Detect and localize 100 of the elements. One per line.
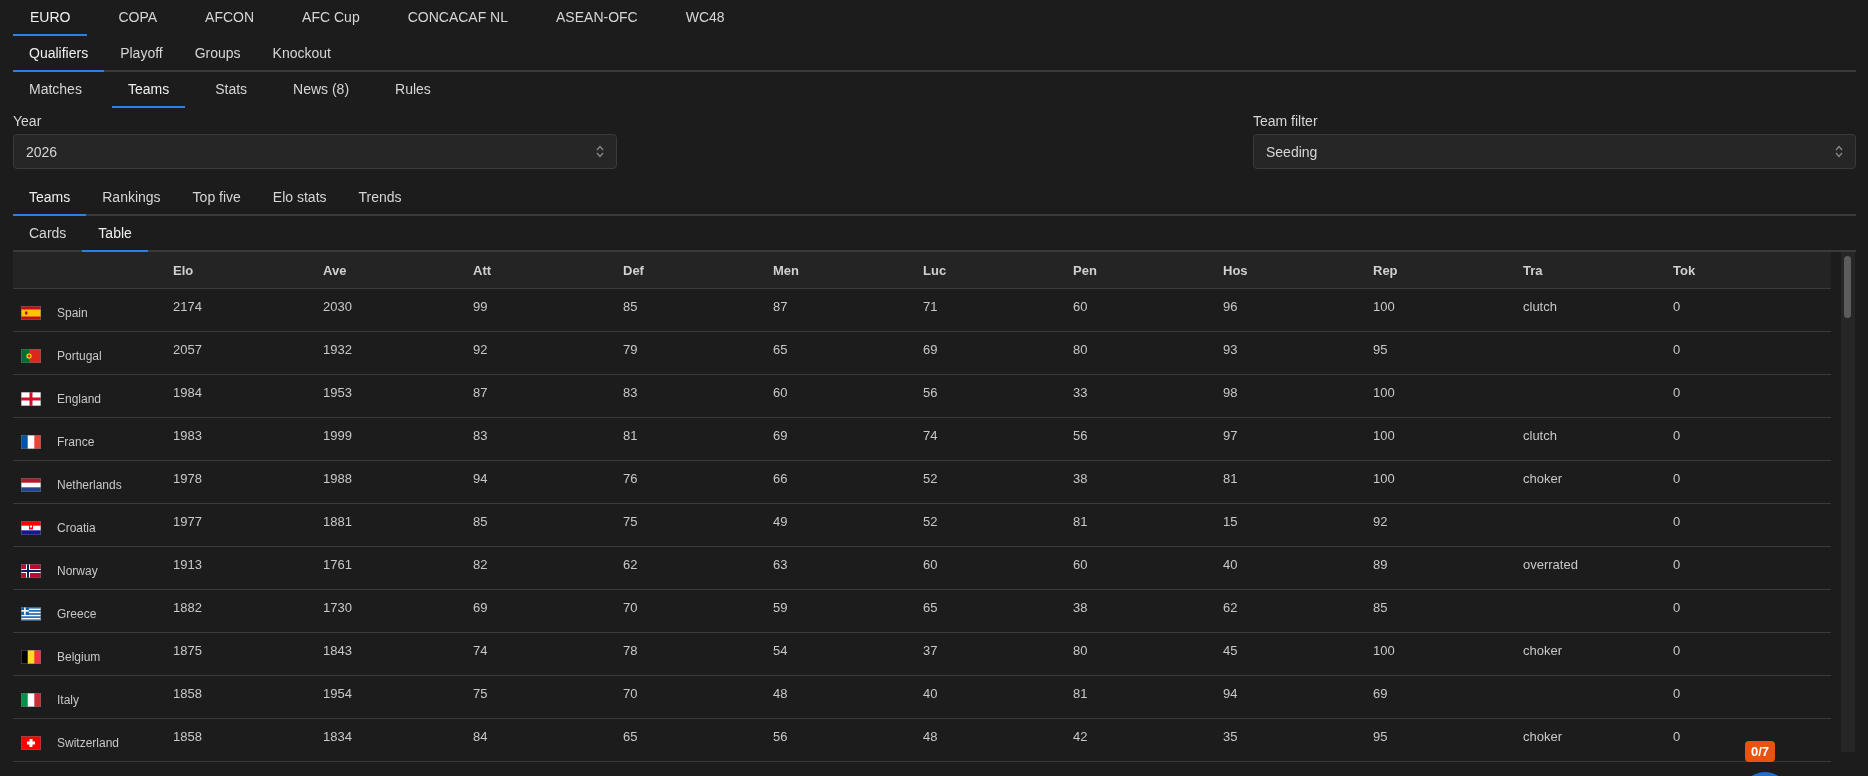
column-header: Luc <box>923 262 948 278</box>
tab[interactable]: Elo stats <box>256 180 343 216</box>
tab[interactable]: Cards <box>13 216 83 252</box>
table-cell: 96 <box>1223 299 1238 314</box>
tab[interactable]: COPA <box>101 0 175 36</box>
table-cell: 70 <box>623 686 638 701</box>
table-cell: 1834 <box>323 729 352 744</box>
table-cell: 1984 <box>173 385 202 400</box>
table-cell: 80 <box>1073 643 1088 658</box>
table-cell: 38 <box>1073 471 1088 486</box>
table-cell: 54 <box>773 643 788 658</box>
team-name: England <box>57 392 102 406</box>
tab[interactable]: Qualifiers <box>13 36 105 72</box>
table-cell: 75 <box>623 514 638 529</box>
table-cell: 83 <box>473 428 488 443</box>
table-cell: 48 <box>923 729 938 744</box>
scrollbar-thumb[interactable] <box>1844 256 1851 318</box>
flag-icon <box>21 435 41 449</box>
table-cell: 0 <box>1673 643 1681 658</box>
tab[interactable]: Top five <box>176 180 257 216</box>
table-cell: 85 <box>623 299 638 314</box>
table-cell: 0 <box>1673 600 1681 615</box>
table-cell: 97 <box>1223 428 1238 443</box>
table-cell: 0 <box>1673 299 1681 314</box>
tab[interactable]: Teams <box>13 180 87 216</box>
table-cell: 85 <box>1373 600 1388 615</box>
table-cell: 82 <box>473 557 488 572</box>
table-cell: 94 <box>1223 686 1238 701</box>
tab[interactable]: Playoff <box>104 36 179 72</box>
tab[interactable]: WC48 <box>668 0 742 36</box>
tab[interactable]: Rules <box>379 72 447 108</box>
table-cell: 0 <box>1673 342 1681 357</box>
table-cell: 79 <box>623 342 638 357</box>
table-cell: 1978 <box>173 471 202 486</box>
table-cell: 60 <box>923 557 938 572</box>
table-cell: 56 <box>773 729 788 744</box>
table-cell: clutch <box>1523 428 1557 443</box>
tab[interactable]: Stats <box>199 72 264 108</box>
table-cell: 37 <box>923 643 938 658</box>
table-cell: 48 <box>773 686 788 701</box>
table-cell: 40 <box>923 686 938 701</box>
table-cell: 69 <box>473 600 488 615</box>
progress-badge: 0/7 <box>1745 741 1776 762</box>
table-cell: 92 <box>1373 514 1388 529</box>
table-cell: 33 <box>1073 385 1088 400</box>
flag-icon <box>21 478 41 492</box>
field-label: Year <box>13 113 43 129</box>
table-cell: 1858 <box>173 729 202 744</box>
table-cell: 0 <box>1673 385 1681 400</box>
table-cell: 100 <box>1373 428 1395 443</box>
team-name: Norway <box>57 564 98 578</box>
tab[interactable]: AFCON <box>188 0 272 36</box>
table-cell: 1988 <box>323 471 352 486</box>
tab[interactable]: ASEAN-OFC <box>539 0 655 36</box>
table-cell: 94 <box>473 471 488 486</box>
table-cell: 63 <box>773 557 788 572</box>
tab[interactable]: AFC Cup <box>285 0 377 36</box>
table-cell: 81 <box>1223 471 1238 486</box>
column-header: Hos <box>1223 262 1249 278</box>
table-cell: 62 <box>623 557 638 572</box>
table-cell: 69 <box>923 342 938 357</box>
table-cell: 65 <box>923 600 938 615</box>
chevron-updown-icon <box>596 145 604 158</box>
table-cell: 1954 <box>323 686 352 701</box>
table-cell: 76 <box>623 471 638 486</box>
tab[interactable]: Matches <box>13 72 98 108</box>
select-value: 2026 <box>26 143 58 160</box>
table-cell: 0 <box>1673 557 1681 572</box>
table-cell: 1843 <box>323 643 352 658</box>
table-cell: 2174 <box>173 299 202 314</box>
tab[interactable]: Groups <box>178 36 257 72</box>
team-name: Netherlands <box>57 478 122 492</box>
table-cell: 38 <box>1073 600 1088 615</box>
table-cell: 56 <box>1073 428 1088 443</box>
table-cell: 0 <box>1673 471 1681 486</box>
select-field[interactable]: Seeding <box>1253 134 1856 169</box>
tab[interactable]: Trends <box>342 180 418 216</box>
table-cell: 1858 <box>173 686 202 701</box>
table-cell: 60 <box>773 385 788 400</box>
tab[interactable]: News (8) <box>277 72 366 108</box>
tab[interactable]: Teams <box>111 72 186 108</box>
table-cell: 95 <box>1373 342 1388 357</box>
table-cell: overrated <box>1523 557 1578 572</box>
scrollbar[interactable] <box>1841 252 1855 752</box>
tab[interactable]: CONCACAF NL <box>390 0 526 36</box>
table-cell: 52 <box>923 514 938 529</box>
select-field[interactable]: 2026 <box>13 134 617 169</box>
table-cell: 83 <box>623 385 638 400</box>
table-cell: 0 <box>1673 514 1681 529</box>
table-cell: 42 <box>1073 729 1088 744</box>
table-cell: 1977 <box>173 514 202 529</box>
tab[interactable]: Knockout <box>256 36 347 72</box>
table-cell: 0 <box>1673 729 1681 744</box>
flag-icon <box>21 349 41 363</box>
table-cell: 74 <box>473 643 488 658</box>
tab[interactable]: Rankings <box>86 180 177 216</box>
table-cell: 66 <box>773 471 788 486</box>
table-cell: 100 <box>1373 643 1395 658</box>
table-cell: 56 <box>923 385 938 400</box>
tab[interactable]: EURO <box>13 0 88 36</box>
